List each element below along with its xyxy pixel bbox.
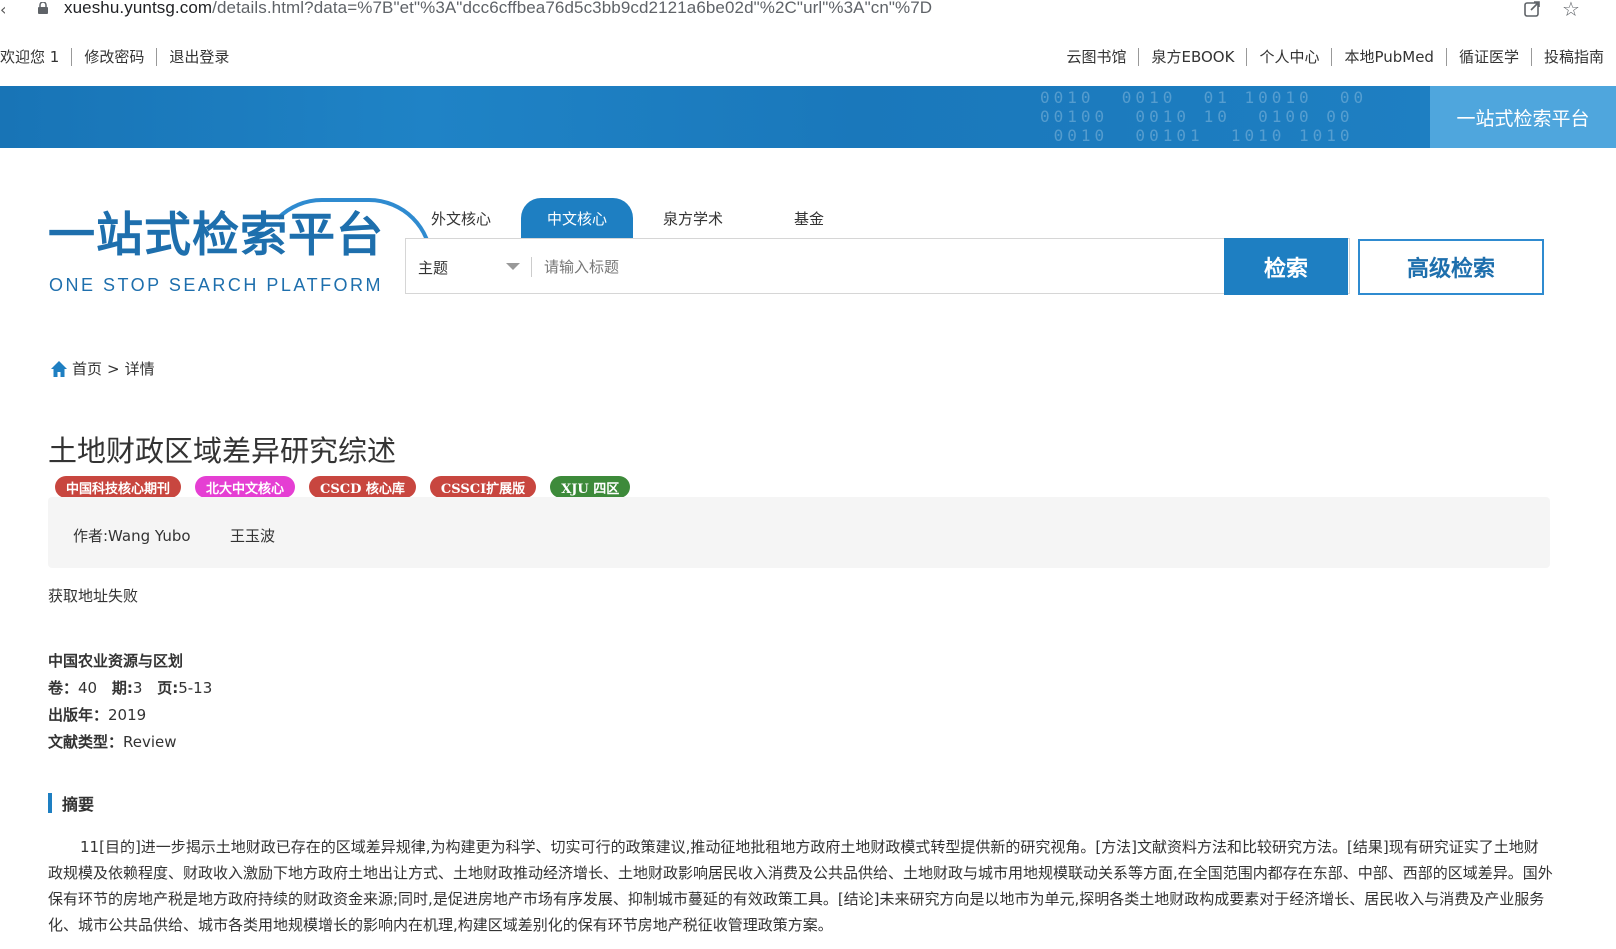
ebook-link[interactable]: 泉方EBOOK — [1138, 48, 1246, 66]
search-button[interactable]: 检索 — [1224, 238, 1348, 295]
badge-cscd: CSCD 核心库 — [309, 476, 416, 498]
share-icon[interactable] — [1522, 0, 1542, 19]
bookmark-star-icon[interactable]: ☆ — [1562, 0, 1580, 21]
top-links-bar: 欢迎您 1 修改密码 退出登录 云图书馆 泉方EBOOK 个人中心 本地PubM… — [0, 30, 1616, 86]
breadcrumb-home[interactable]: 首页 — [72, 358, 102, 379]
chevron-down-icon[interactable] — [506, 263, 520, 270]
year-label: 出版年： — [48, 706, 109, 724]
url-host: xueshu.yuntsg.com — [64, 0, 213, 17]
browser-address-bar: ‹ xueshu.yuntsg.com/details.html?data=%7… — [0, 0, 1616, 30]
badge-xju: XJU 四区 — [550, 476, 631, 498]
search-input[interactable] — [544, 251, 1184, 283]
divider — [531, 257, 532, 277]
home-icon[interactable] — [50, 360, 68, 378]
badge-cssci-ext: CSSCI扩展版 — [429, 476, 537, 498]
breadcrumb-current: 详情 — [124, 360, 155, 378]
user-links: 欢迎您 1 修改密码 退出登录 — [0, 48, 241, 66]
search-tabs: 外文核心 中文核心 泉方学术 基金 — [405, 198, 869, 238]
volume-issue-pages: 卷：40 期:3 页:5-13 — [48, 675, 212, 702]
search-box: 主题 — [405, 238, 1350, 294]
tab-chinese-core[interactable]: 中文核心 — [521, 198, 633, 238]
field-select[interactable]: 主题 — [418, 257, 448, 278]
badge-cstpcd: 中国科技核心期刊 — [55, 476, 182, 498]
tab-fund[interactable]: 基金 — [753, 198, 865, 238]
change-password-link[interactable]: 修改密码 — [72, 48, 158, 66]
tab-quanfang-academic[interactable]: 泉方学术 — [637, 198, 749, 238]
advanced-search-button[interactable]: 高级检索 — [1358, 239, 1544, 295]
site-links: 云图书馆 泉方EBOOK 个人中心 本地PubMed 循证医学 投稿指南 — [1054, 48, 1616, 66]
personal-center-link[interactable]: 个人中心 — [1246, 48, 1331, 66]
volume-label: 卷： — [48, 679, 79, 697]
badge-pku-core: 北大中文核心 — [195, 476, 296, 498]
author-cn[interactable]: 王玉波 — [230, 525, 275, 546]
local-pubmed-link[interactable]: 本地PubMed — [1331, 48, 1446, 66]
pages-value: 5-13 — [178, 679, 213, 697]
article-title: 土地财政区域差异研究综述 — [48, 434, 397, 468]
url-text[interactable]: xueshu.yuntsg.com/details.html?data=%7B"… — [64, 0, 932, 18]
year-value: 2019 — [108, 706, 147, 724]
evidence-medicine-link[interactable]: 循证医学 — [1445, 48, 1531, 66]
journal-name[interactable]: 中国农业资源与区划 — [48, 648, 212, 675]
lock-icon[interactable] — [38, 2, 48, 14]
article-meta: 中国农业资源与区划 卷：40 期:3 页:5-13 出版年：2019 文献类型：… — [48, 648, 212, 756]
year-row: 出版年：2019 — [48, 702, 212, 729]
heading-bar — [48, 793, 52, 813]
abstract-heading-text: 摘要 — [62, 795, 95, 814]
breadcrumb-separator: > — [107, 359, 120, 378]
logout-link[interactable]: 退出登录 — [157, 48, 241, 66]
cloud-library-link[interactable]: 云图书馆 — [1054, 48, 1138, 66]
logo-cn-text: 一站式检索平台 — [48, 208, 384, 263]
back-icon[interactable]: ‹ — [0, 0, 6, 19]
platform-label[interactable]: 一站式检索平台 — [1430, 86, 1616, 148]
abstract-text: 11[目的]进一步揭示土地财政已存在的区域差异规律,为构建更为科学、切实可行的政… — [48, 838, 1553, 934]
issue-label: 期: — [111, 679, 133, 697]
tab-foreign-core[interactable]: 外文核心 — [405, 198, 517, 238]
site-logo[interactable]: 一站式检索平台 ONE STOP SEARCH PLATFORM — [48, 196, 433, 306]
type-value: Review — [123, 733, 177, 751]
type-row: 文献类型：Review — [48, 729, 212, 756]
submission-guide-link[interactable]: 投稿指南 — [1530, 48, 1616, 66]
address-fail-text: 获取地址失败 — [48, 587, 139, 605]
author-en[interactable]: 作者:Wang Yubo — [73, 525, 191, 546]
type-label: 文献类型： — [48, 733, 124, 751]
volume-value: 40 — [78, 679, 98, 697]
logo-en-text: ONE STOP SEARCH PLATFORM — [49, 275, 384, 295]
breadcrumb: 首页 > 详情 — [50, 358, 155, 379]
issue-value: 3 — [132, 679, 143, 697]
index-badges: 中国科技核心期刊 北大中文核心 CSCD 核心库 CSSCI扩展版 XJU 四区 — [55, 476, 644, 498]
pages-label: 页: — [157, 679, 179, 697]
header-banner: 0010 0010 01 10010 00 00100 0010 10 0100… — [0, 86, 1616, 148]
author-box: 作者:Wang Yubo 王玉波 — [48, 497, 1550, 568]
banner-binary-digits: 0010 0010 01 10010 00 00100 0010 10 0100… — [1040, 88, 1368, 145]
welcome-text: 欢迎您 1 — [0, 48, 73, 66]
url-path: /details.html?data=%7B"et"%3A"dcc6cffbea… — [212, 0, 933, 17]
abstract-heading: 摘要 — [48, 791, 94, 815]
